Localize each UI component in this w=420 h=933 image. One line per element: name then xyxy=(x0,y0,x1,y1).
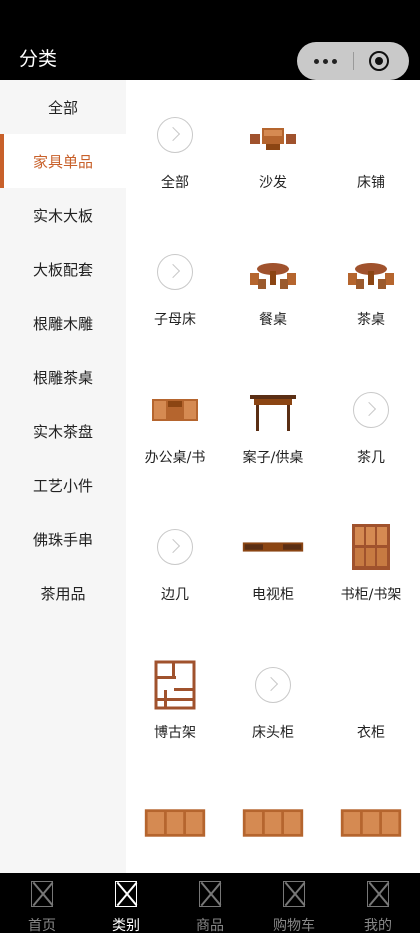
tab-category[interactable]: 类别 xyxy=(84,873,168,933)
chevron-right-circle-icon xyxy=(346,385,396,435)
dining-table-image xyxy=(250,263,296,289)
grid-item-dining-table[interactable]: 餐桌 xyxy=(224,247,322,347)
grid-item-label: 子母床 xyxy=(154,312,196,328)
image-placeholder-icon xyxy=(31,881,53,907)
sofa-image xyxy=(250,128,296,150)
chevron-right-circle-icon xyxy=(150,522,200,572)
grid-item-curio-shelf[interactable]: 博古架 xyxy=(126,660,224,760)
chevron-right-circle-icon xyxy=(150,247,200,297)
sidebar-item-label: 根雕茶桌 xyxy=(32,368,93,387)
tab-label: 商品 xyxy=(196,918,224,933)
grid-item-nightstand[interactable]: 床头柜 xyxy=(224,660,322,760)
grid-item-label: 博古架 xyxy=(154,725,196,741)
grid-item-cabinet[interactable] xyxy=(322,798,420,873)
grid-item-coffee-table[interactable]: 茶几 xyxy=(322,385,420,485)
bookcase-image xyxy=(352,524,390,570)
image-placeholder-icon xyxy=(115,881,137,907)
sidebar-item-beads[interactable]: 佛珠手串 xyxy=(0,512,126,566)
category-sidebar: 全部 家具单品 实木大板 大板配套 根雕木雕 根雕茶桌 实木茶盘 工艺小件 佛珠… xyxy=(0,80,126,873)
sidebar-item-root-carving[interactable]: 根雕木雕 xyxy=(0,296,126,350)
tab-label: 购物车 xyxy=(273,918,315,933)
grid-item-office-desk[interactable]: 办公桌/书 xyxy=(126,385,224,485)
sidebar-item-crafts[interactable]: 工艺小件 xyxy=(0,458,126,512)
tab-label: 我的 xyxy=(364,918,392,933)
tab-label: 类别 xyxy=(112,918,140,933)
grid-item-label: 沙发 xyxy=(259,175,287,191)
tab-mine[interactable]: 我的 xyxy=(336,873,420,933)
grid-item-tv-cabinet[interactable]: 电视柜 xyxy=(224,522,322,622)
tab-products[interactable]: 商品 xyxy=(168,873,252,933)
sidebar-item-label: 茶用品 xyxy=(40,584,86,603)
grid-item-bunk-bed[interactable]: 子母床 xyxy=(126,247,224,347)
grid-item-wardrobe[interactable]: 衣柜 xyxy=(322,660,420,760)
grid-item-label: 茶几 xyxy=(357,450,385,466)
sidebar-item-solid-wood-slab[interactable]: 实木大板 xyxy=(0,188,126,242)
cabinet-image xyxy=(340,809,402,837)
tea-table-image xyxy=(348,263,394,289)
nav-bar: 分类 xyxy=(0,0,420,80)
chevron-right-circle-icon xyxy=(248,660,298,710)
sidebar-item-tea-tray[interactable]: 实木茶盘 xyxy=(0,404,126,458)
sidebar-item-tea-supplies[interactable]: 茶用品 xyxy=(0,566,126,620)
sidebar-item-all[interactable]: 全部 xyxy=(0,80,126,134)
image-placeholder-icon xyxy=(283,881,305,907)
sidebar-item-label: 大板配套 xyxy=(32,260,93,279)
image-placeholder-icon xyxy=(367,881,389,907)
cabinet-image xyxy=(144,809,206,837)
altar-table-image xyxy=(250,395,296,431)
grid-item-label: 餐桌 xyxy=(259,312,287,328)
grid-item-label: 案子/供桌 xyxy=(242,450,304,466)
mini-program-capsule xyxy=(297,42,409,80)
sidebar-item-label: 实木大板 xyxy=(32,206,93,225)
grid-item-label: 床头柜 xyxy=(252,725,294,741)
sidebar-item-label: 家具单品 xyxy=(32,152,93,171)
sidebar-item-label: 工艺小件 xyxy=(32,476,93,495)
bottom-tab-bar: 首页 类别 商品 购物车 我的 xyxy=(0,873,420,933)
grid-item-label: 电视柜 xyxy=(252,587,294,603)
tv-cabinet-image xyxy=(242,542,304,552)
sidebar-item-root-tea-table[interactable]: 根雕茶桌 xyxy=(0,350,126,404)
sidebar-item-slab-accessories[interactable]: 大板配套 xyxy=(0,242,126,296)
image-placeholder-icon xyxy=(199,881,221,907)
grid-item-label: 全部 xyxy=(161,175,189,191)
grid-item-label: 茶桌 xyxy=(357,312,385,328)
grid-item-bed[interactable]: 床铺 xyxy=(322,110,420,210)
tab-home[interactable]: 首页 xyxy=(0,873,84,933)
sidebar-item-label: 佛珠手串 xyxy=(32,530,93,549)
sidebar-item-label: 实木茶盘 xyxy=(32,422,93,441)
grid-item-label: 衣柜 xyxy=(357,725,385,741)
sidebar-item-label: 全部 xyxy=(47,98,78,117)
capsule-divider xyxy=(353,52,354,70)
sidebar-item-label: 根雕木雕 xyxy=(32,314,93,333)
tab-label: 首页 xyxy=(28,918,56,933)
grid-item-all[interactable]: 全部 xyxy=(126,110,224,210)
curio-shelf-image xyxy=(154,660,196,710)
tab-cart[interactable]: 购物车 xyxy=(252,873,336,933)
sidebar-item-furniture[interactable]: 家具单品 xyxy=(0,134,126,188)
page-title: 分类 xyxy=(19,48,58,70)
grid-item-side-table[interactable]: 边几 xyxy=(126,522,224,622)
office-desk-image xyxy=(152,399,198,421)
cabinet-image xyxy=(242,809,304,837)
grid-item-label: 床铺 xyxy=(357,175,385,191)
grid-item-label: 书柜/书架 xyxy=(340,587,402,603)
grid-item-altar-table[interactable]: 案子/供桌 xyxy=(224,385,322,485)
subcategory-grid: 全部 沙发 床铺 子母床 餐桌 茶桌 办公桌/书 案子/供桌 茶几 边几 电视柜… xyxy=(126,80,420,873)
more-dots-icon[interactable] xyxy=(297,42,353,80)
grid-item-cabinet[interactable] xyxy=(126,798,224,873)
grid-item-bookcase[interactable]: 书柜/书架 xyxy=(322,522,420,622)
grid-item-sofa[interactable]: 沙发 xyxy=(224,110,322,210)
grid-item-tea-table[interactable]: 茶桌 xyxy=(322,247,420,347)
grid-item-cabinet[interactable] xyxy=(224,798,322,873)
target-circle-icon[interactable] xyxy=(369,51,389,71)
grid-item-label: 办公桌/书 xyxy=(144,450,206,466)
chevron-right-circle-icon xyxy=(150,110,200,160)
grid-item-label: 边几 xyxy=(161,587,189,603)
